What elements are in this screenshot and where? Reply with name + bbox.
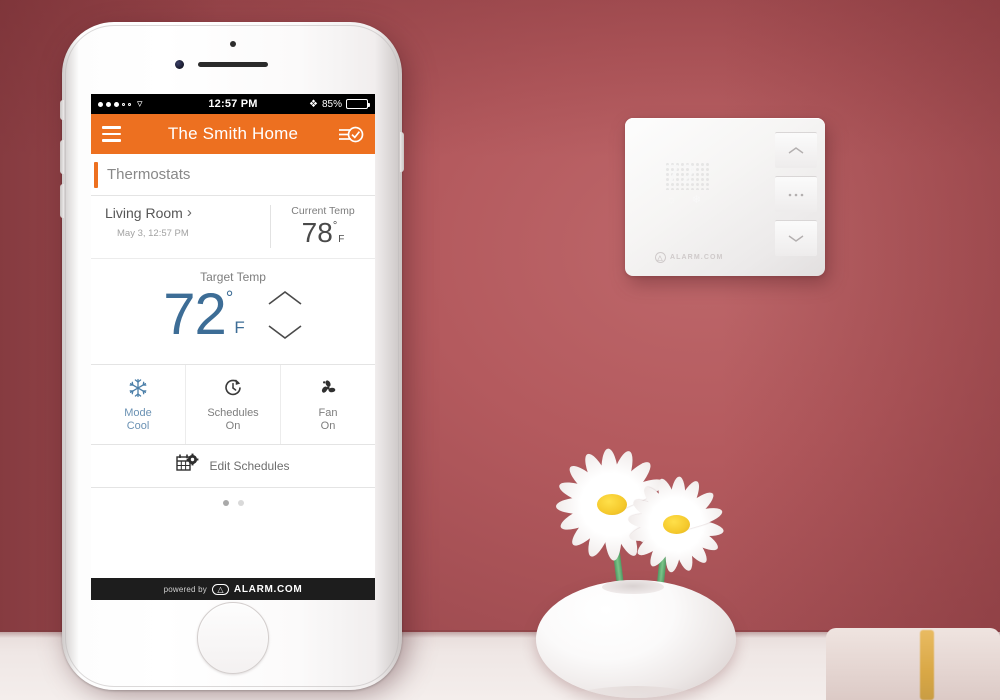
- calendar-gear-glyph: [176, 453, 199, 471]
- bluetooth-icon: ❖: [309, 98, 318, 110]
- wooden-edge: [920, 630, 934, 700]
- vase-with-flowers: [500, 440, 800, 700]
- lcd-status-icons: ☼ ❄: [665, 194, 703, 207]
- fan-control-button[interactable]: Fan On: [281, 365, 375, 444]
- earpiece-speaker: [198, 62, 268, 67]
- fan-value: On: [320, 420, 336, 432]
- tan-block: [826, 628, 1000, 700]
- schedules-label: Schedules: [207, 407, 259, 419]
- edit-schedules-label: Edit Schedules: [209, 459, 290, 473]
- down-arrow-icon: [788, 235, 804, 242]
- current-temperature-block: Current Temp 78 ° F: [270, 205, 375, 248]
- fan-label: Fan: [318, 407, 338, 419]
- thermostat-brand-logo: △ ALARM.COM: [655, 252, 723, 263]
- smartphone-device: ▿ 12:57 PM ❖ 85% The Smith Home Thermost…: [60, 22, 408, 694]
- app-nav-bar: The Smith Home: [91, 114, 375, 154]
- vase: [536, 580, 736, 698]
- thermostat-button-bar: [775, 130, 817, 262]
- target-temp-value: 72: [163, 282, 227, 347]
- schedules-control-button[interactable]: Schedules On: [186, 365, 281, 444]
- clock-icon: [186, 376, 280, 400]
- mode-control-button[interactable]: Mode Cool: [91, 365, 186, 444]
- snowflake-glyph: [129, 378, 147, 398]
- target-temp-unit: F: [234, 318, 245, 337]
- thermostat-down-button[interactable]: [775, 220, 817, 256]
- screen-filler: [91, 506, 375, 578]
- up-arrow-icon: [788, 147, 804, 154]
- silent-switch[interactable]: [60, 100, 64, 120]
- section-accent-bar: [94, 161, 98, 188]
- mode-label: Mode: [124, 407, 152, 419]
- thermostat-body: 72 ☼ ❄ △ ALARM.COM: [625, 118, 825, 276]
- section-title: Thermostats: [107, 166, 191, 183]
- current-temp-degree-symbol: °: [332, 220, 338, 232]
- snowflake-icon: [91, 376, 185, 400]
- vase-reflection: [552, 686, 720, 700]
- thermostat-controls: Mode Cool Schedules On Fan On: [91, 364, 375, 445]
- volume-down-button[interactable]: [60, 184, 64, 218]
- humidity-icon: ☼: [666, 194, 677, 206]
- scene-background: 72 ☼ ❄ △ ALARM.COM ▿ 12:57 PM ❖ 85% The …: [0, 0, 1000, 700]
- last-updated-timestamp: May 3, 12:57 PM: [117, 228, 189, 239]
- fan-glyph: [321, 380, 336, 393]
- lcd-temperature: 72: [665, 160, 698, 189]
- checklist-circle-icon: [339, 126, 364, 142]
- increase-temperature-button[interactable]: [267, 289, 303, 307]
- mode-value: Cool: [126, 420, 150, 432]
- calendar-gear-icon: [176, 453, 199, 479]
- footer-prefix: powered by: [163, 584, 207, 594]
- thermostat-up-button[interactable]: [775, 132, 817, 168]
- thermostat-summary: Living Room › May 3, 12:57 PM Current Te…: [91, 196, 375, 259]
- thermostat-menu-button[interactable]: [775, 176, 817, 212]
- clock-glyph: [225, 379, 241, 396]
- room-info[interactable]: Living Room › May 3, 12:57 PM: [91, 205, 270, 248]
- phone-screen: ▿ 12:57 PM ❖ 85% The Smith Home Thermost…: [91, 94, 375, 600]
- menu-dots-icon: [788, 193, 804, 196]
- wall-thermostat-device[interactable]: 72 ☼ ❄ △ ALARM.COM: [625, 118, 829, 284]
- current-temp-value-group: 78 ° F: [302, 218, 345, 248]
- vase-opening: [602, 580, 664, 594]
- battery-icon: [346, 99, 370, 109]
- pagination-dots[interactable]: [91, 488, 375, 506]
- front-camera: [175, 60, 184, 69]
- battery-percent-label: 85%: [321, 98, 342, 110]
- current-temp-unit: F: [338, 234, 345, 245]
- thermostat-brand-text: ALARM.COM: [670, 254, 724, 261]
- alarm-logo-icon: △: [655, 252, 666, 263]
- volume-up-button[interactable]: [60, 140, 64, 174]
- home-button[interactable]: [197, 602, 269, 674]
- proximity-sensor: [230, 41, 236, 47]
- target-temperature-block: Target Temp 72 ° F: [91, 259, 375, 364]
- app-footer: powered by △ ALARM.COM: [91, 578, 375, 600]
- current-temp-value: 78: [301, 217, 333, 248]
- power-button[interactable]: [400, 132, 404, 172]
- decrease-temperature-button[interactable]: [267, 323, 303, 341]
- hamburger-menu-icon[interactable]: [102, 126, 121, 142]
- target-temp-row: 72 ° F: [91, 282, 375, 348]
- thermostat-lcd-display: 72 ☼ ❄: [665, 162, 717, 212]
- current-temp-label: Current Temp: [291, 205, 355, 217]
- chevron-right-icon: ›: [186, 204, 192, 221]
- activity-checklist-icon[interactable]: [338, 125, 364, 144]
- schedules-value: On: [225, 420, 241, 432]
- edit-schedules-button[interactable]: Edit Schedules: [91, 445, 375, 488]
- section-header: Thermostats: [91, 154, 375, 196]
- flower-center: [663, 515, 690, 534]
- target-temp-value-group: 72 ° F: [163, 282, 245, 348]
- temperature-stepper: [267, 289, 303, 341]
- fan-icon: [281, 376, 375, 400]
- alarm-logo-icon: △: [211, 583, 229, 595]
- footer-brand: ALARM.COM: [233, 583, 303, 595]
- snowflake-icon: ❄: [691, 194, 702, 206]
- page-title: The Smith Home: [167, 124, 299, 143]
- room-name: Living Room: [105, 205, 183, 221]
- status-bar: ▿ 12:57 PM ❖ 85%: [91, 94, 375, 114]
- room-selector[interactable]: Living Room ›: [105, 205, 270, 221]
- flower-center: [597, 494, 627, 515]
- target-temp-degree-symbol: °: [225, 288, 234, 309]
- status-bar-right: ❖ 85%: [309, 98, 370, 110]
